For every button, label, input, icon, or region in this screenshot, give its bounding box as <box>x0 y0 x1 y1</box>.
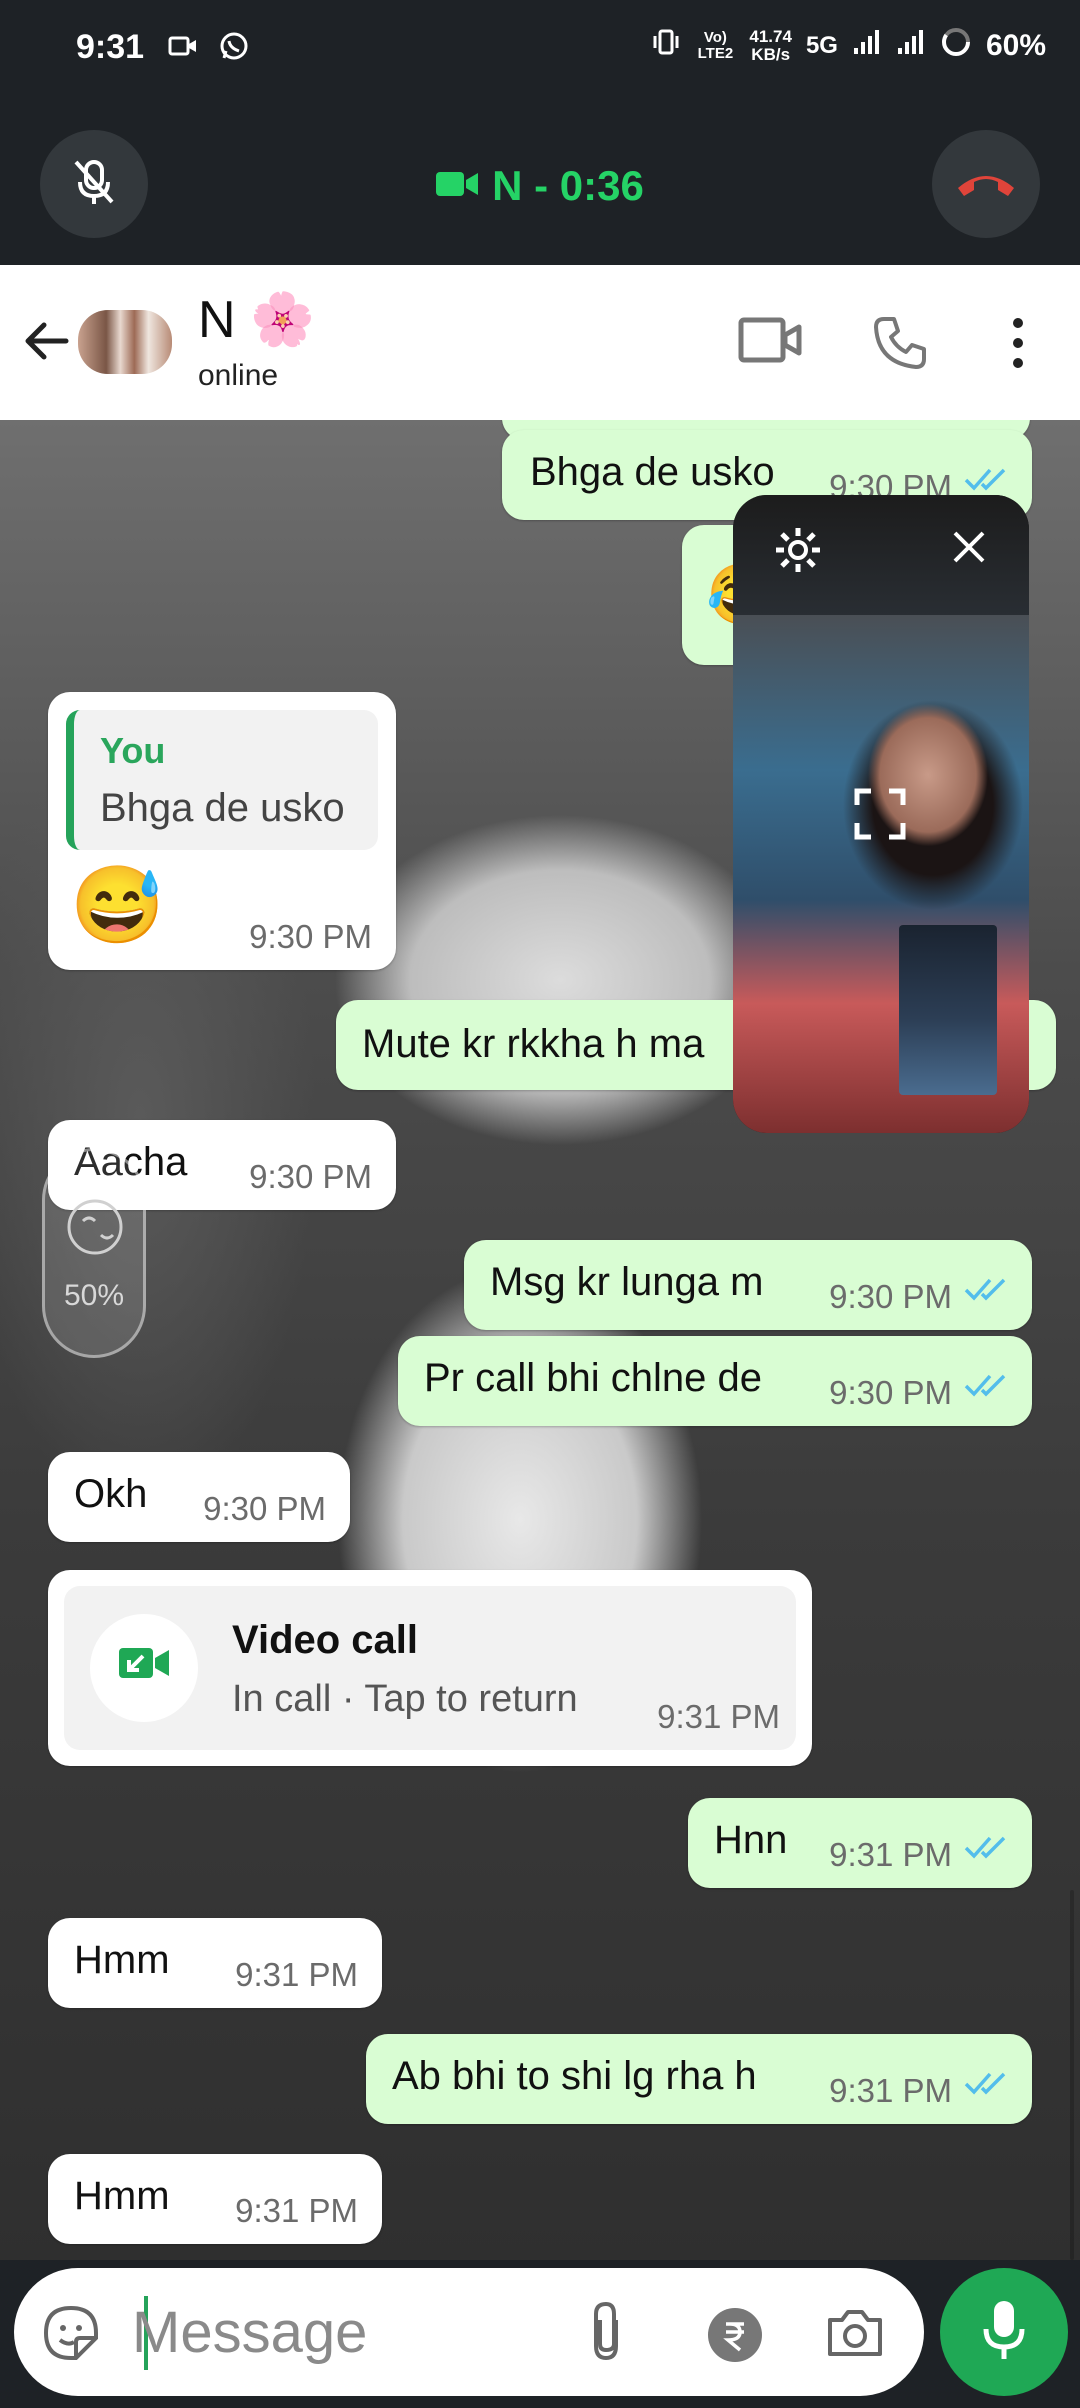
message-text: Hmm <box>74 2174 170 2218</box>
read-ticks-icon <box>964 1267 1010 1312</box>
message-outgoing[interactable]: Hnn 9:31 PM <box>688 1798 1032 1888</box>
quoted-author: You <box>100 730 166 771</box>
call-status[interactable]: N - 0:36 <box>0 162 1080 210</box>
brightness-value: 50% <box>63 1279 125 1312</box>
voice-call-button[interactable] <box>872 315 928 376</box>
message-time: 9:31 PM <box>235 2192 358 2229</box>
message-outgoing[interactable]: Pr call bhi chlne de 9:30 PM <box>398 1336 1032 1426</box>
quoted-text: Bhga de usko <box>100 786 345 830</box>
message-incoming[interactable]: Hmm 9:31 PM <box>48 1918 382 2008</box>
read-ticks-icon <box>964 1363 1010 1408</box>
network-speed: 41.74 <box>749 27 792 46</box>
volte-label: Vo) LTE2 <box>697 29 734 62</box>
back-arrow-icon[interactable] <box>20 315 72 372</box>
expand-fullscreen-icon[interactable] <box>853 787 907 846</box>
contact-name[interactable]: N 🌸 <box>198 289 315 350</box>
message-text: Ab bhi to shi lg rha h <box>392 2054 757 2098</box>
message-time: 9:30 PM <box>203 1490 326 1527</box>
message-text: Okh <box>74 1472 148 1516</box>
status-time: 9:31 <box>76 28 145 66</box>
camera-icon[interactable] <box>826 2306 884 2363</box>
call-status-text: N - 0:36 <box>492 162 644 209</box>
attach-paperclip-icon[interactable] <box>586 2298 626 2369</box>
message-text: Hnn <box>714 1818 788 1862</box>
message-text: Pr call bhi chlne de <box>424 1356 762 1400</box>
message-time: 9:30 PM <box>829 1278 952 1315</box>
video-camera-status-icon <box>168 34 198 63</box>
incoming-video-call-icon <box>119 1644 169 1692</box>
contact-status: online <box>198 359 279 392</box>
contact-avatar[interactable] <box>78 310 172 374</box>
message-incoming-reply[interactable]: You Bhga de usko 😅 9:30 PM <box>48 692 396 970</box>
message-incoming[interactable]: Hmm 9:31 PM <box>48 2154 382 2244</box>
message-time: 9:31 PM <box>829 1836 952 1873</box>
message-composer[interactable] <box>14 2268 924 2396</box>
end-call-icon <box>954 162 1018 207</box>
video-call-pip-window[interactable] <box>733 495 1029 1133</box>
message-text: Bhga de usko <box>530 450 775 494</box>
brightness-indicator[interactable]: 50% <box>42 1148 146 1358</box>
brightness-face-icon <box>63 1195 127 1264</box>
video-call-icon <box>436 162 479 210</box>
gear-icon[interactable] <box>773 525 823 580</box>
chat-header: N 🌸 online <box>0 265 1080 420</box>
read-ticks-icon <box>964 1825 1010 1870</box>
message-text: Hmm <box>74 1938 170 1982</box>
message-time: 9:31 PM <box>657 1698 780 1735</box>
read-ticks-icon <box>964 2061 1010 2106</box>
message-incoming[interactable]: Okh 9:30 PM <box>48 1452 350 1542</box>
video-call-subtitle: In call · Tap to return <box>232 1678 578 1720</box>
sticker-emoji-icon[interactable] <box>42 2304 100 2367</box>
ongoing-call-bar[interactable]: N - 0:36 <box>0 100 1080 265</box>
message-text: Mute kr rkkha h ma <box>362 1022 705 1066</box>
message-outgoing[interactable]: Msg kr lunga m 9:30 PM <box>464 1240 1032 1330</box>
message-time: 9:30 PM <box>249 918 372 955</box>
rupee-payment-icon[interactable] <box>706 2306 764 2369</box>
message-time: 9:30 PM <box>249 1158 372 1195</box>
end-call-button[interactable] <box>932 130 1040 238</box>
signal-icon-1 <box>852 28 882 64</box>
quoted-message[interactable]: You Bhga de usko <box>66 710 378 850</box>
scrollbar[interactable] <box>1070 1890 1074 2260</box>
voice-message-button[interactable] <box>940 2268 1068 2396</box>
message-time: 9:31 PM <box>829 2072 952 2109</box>
close-icon[interactable] <box>951 529 987 570</box>
whatsapp-status-icon <box>218 30 250 67</box>
message-time: 9:30 PM <box>829 1374 952 1411</box>
message-input[interactable] <box>132 2292 572 2372</box>
network-type: 5G <box>805 32 838 59</box>
self-video-preview[interactable] <box>899 925 997 1095</box>
vibrate-icon <box>651 28 681 64</box>
status-bar: 9:31 Vo) LTE2 41.74 KB/s 5G 60% <box>0 0 1080 100</box>
video-call-title: Video call <box>232 1618 419 1662</box>
video-call-button[interactable] <box>738 315 802 370</box>
message-emoji: 😅 <box>70 863 165 948</box>
more-options-icon[interactable] <box>1008 317 1028 374</box>
video-call-message[interactable]: Video call In call · Tap to return 9:31 … <box>48 1570 812 1766</box>
message-outgoing[interactable]: Ab bhi to shi lg rha h 9:31 PM <box>366 2034 1032 2124</box>
message-time: 9:31 PM <box>235 1956 358 1993</box>
message-text: Msg kr lunga m <box>490 1260 764 1304</box>
microphone-icon <box>982 2299 1026 2366</box>
signal-icon-2 <box>896 28 926 64</box>
battery-icon <box>940 26 972 66</box>
battery-percent: 60% <box>985 29 1046 62</box>
network-speed-unit: KB/s <box>751 45 791 64</box>
